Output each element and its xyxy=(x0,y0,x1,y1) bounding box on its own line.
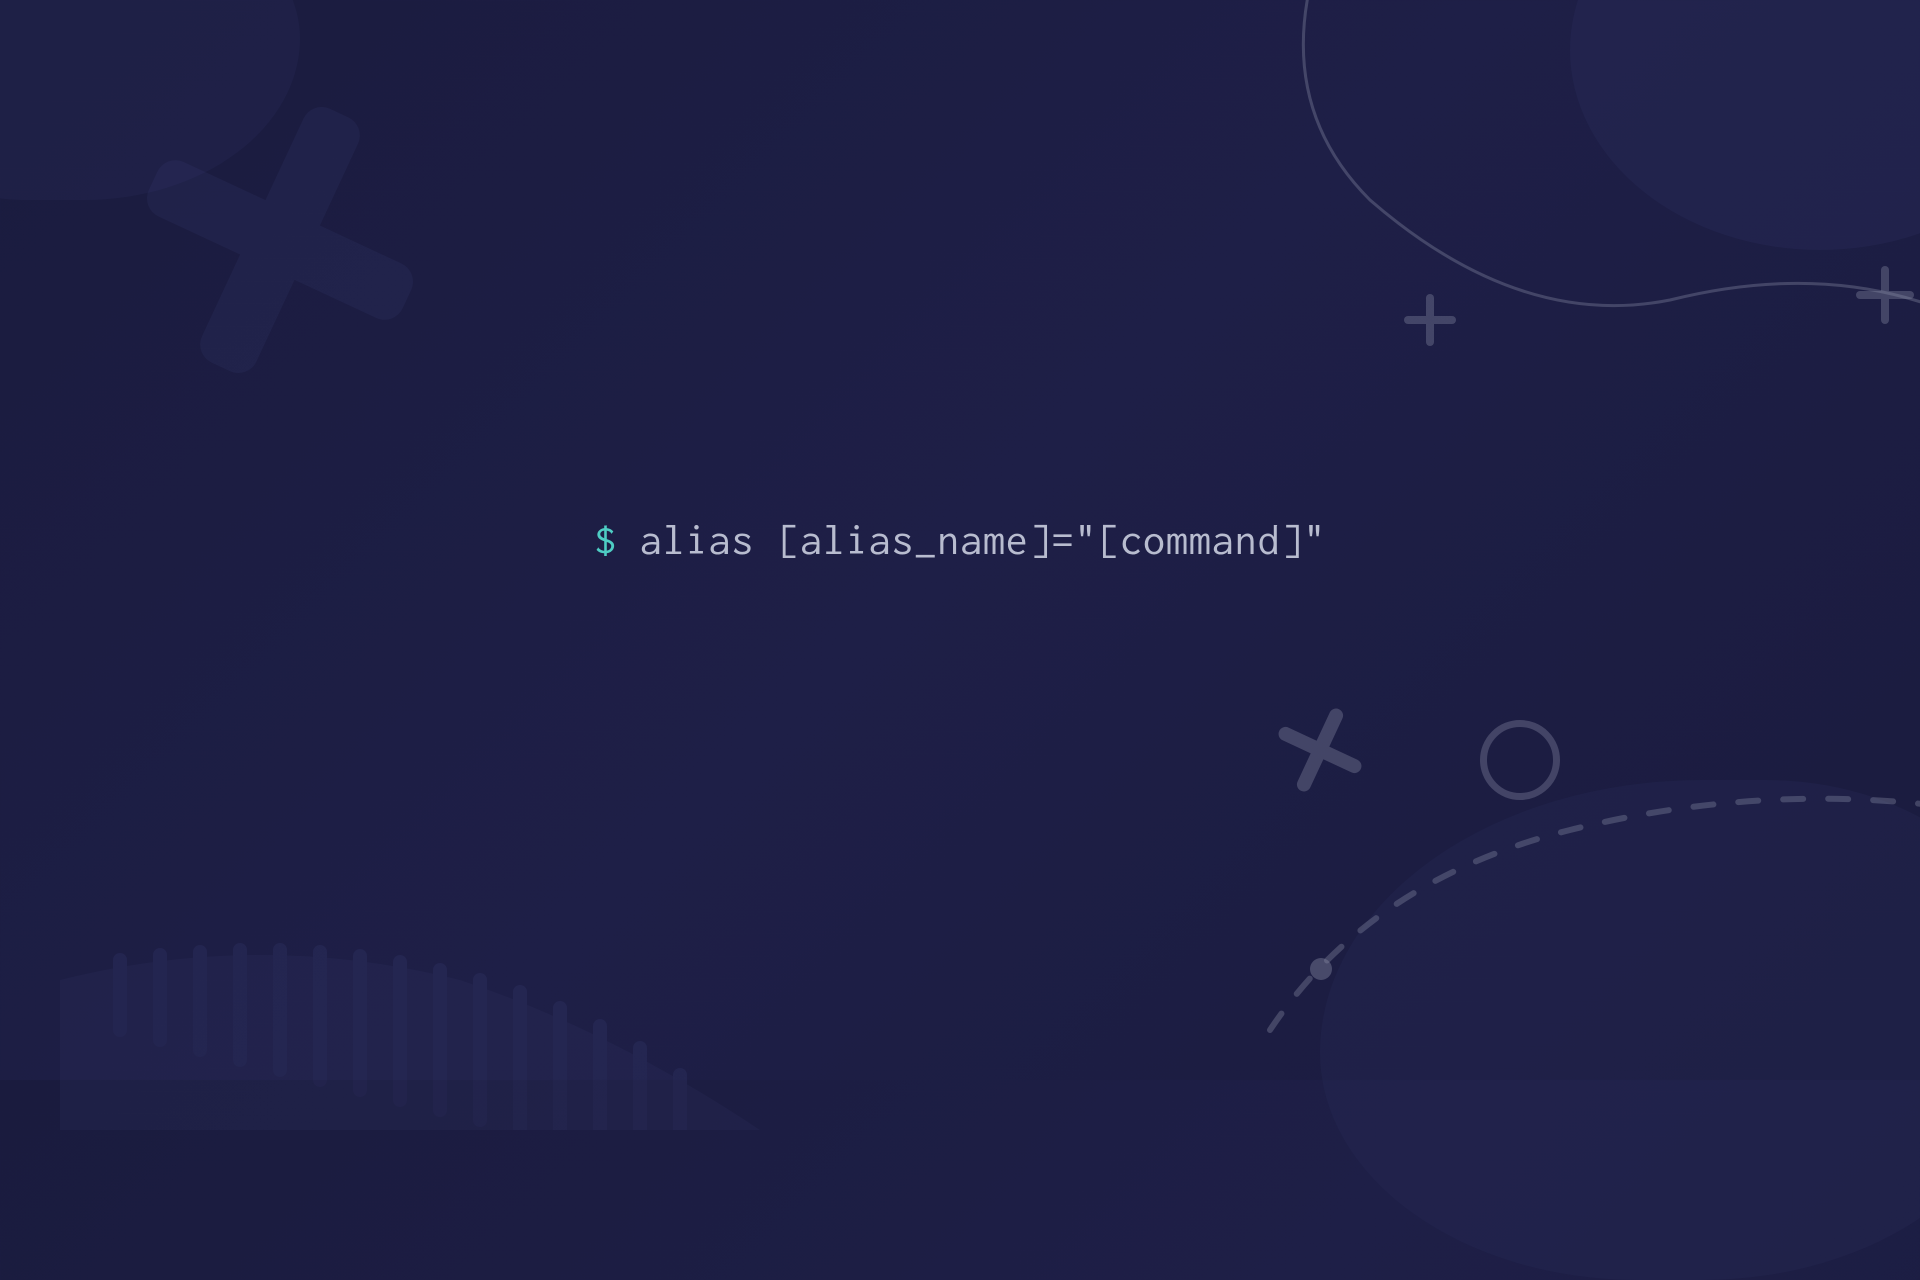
plus-icon xyxy=(1850,260,1920,330)
terminal-command: $ alias [alias_name]="[command]" xyxy=(594,517,1326,563)
prompt-symbol: $ xyxy=(594,517,617,563)
hatching-pattern xyxy=(60,680,760,1130)
command-text: alias [alias_name]="[command]" xyxy=(617,517,1326,563)
circle-icon xyxy=(1480,720,1560,800)
plus-icon xyxy=(140,100,420,380)
blob-shape xyxy=(0,0,300,200)
plus-icon xyxy=(1254,684,1387,817)
dot-icon xyxy=(1310,958,1332,980)
blob-shape xyxy=(1570,0,1920,250)
blob-shape xyxy=(1320,780,1920,1280)
dashed-curve xyxy=(1170,630,1920,1130)
plus-icon xyxy=(1400,290,1460,350)
curve-line xyxy=(1120,0,1920,450)
